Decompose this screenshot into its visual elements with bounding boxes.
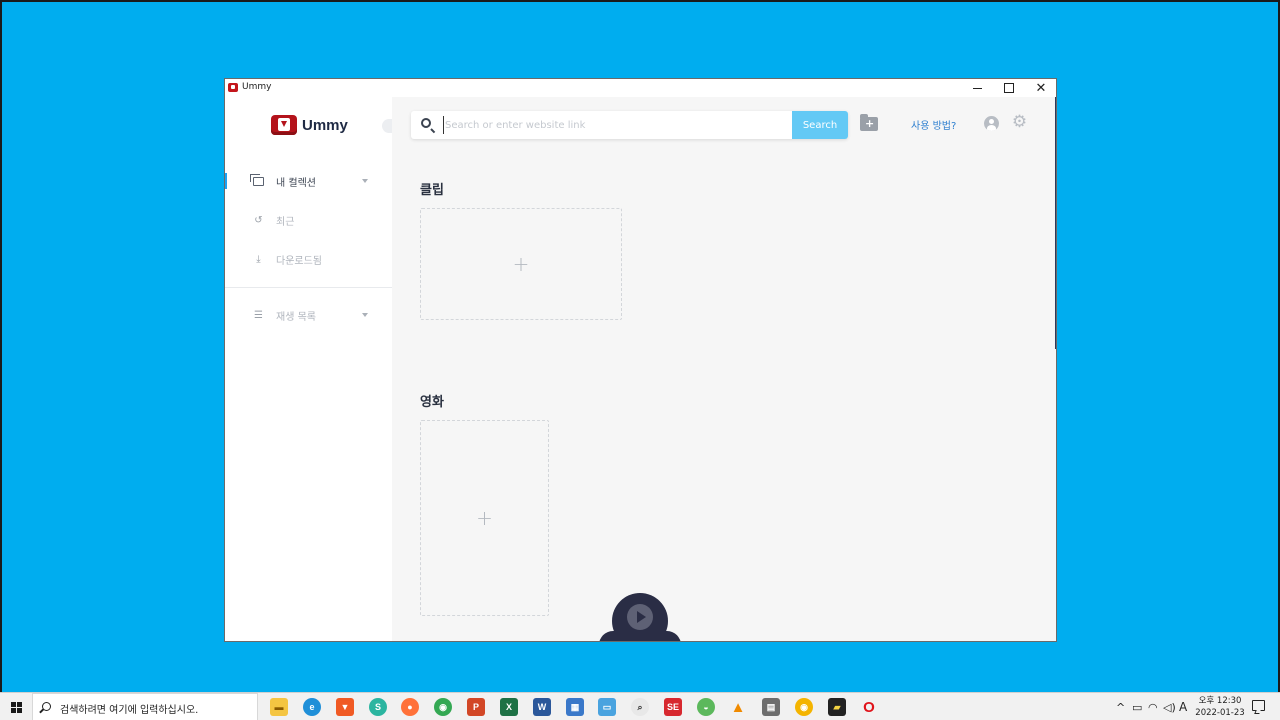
playlist-icon: ☰: [254, 309, 263, 321]
collection-icon: [250, 173, 264, 187]
taskbar-search[interactable]: 검색하려면 여기에 입력하십시오.: [32, 693, 258, 720]
chrome-canary-icon[interactable]: ◉: [795, 698, 813, 716]
sticky-notes-icon[interactable]: ▰: [828, 698, 846, 716]
firefox-icon[interactable]: ●: [401, 698, 419, 716]
close-button[interactable]: ✕: [1025, 79, 1056, 97]
how-to-use-link[interactable]: 사용 방법?: [911, 117, 956, 132]
notification-icon[interactable]: [1252, 700, 1265, 711]
powerpoint-icon[interactable]: P: [467, 698, 485, 716]
play-icon[interactable]: [627, 604, 653, 630]
vlc-icon[interactable]: ▲: [729, 698, 747, 716]
sidebar: Ummy 내 컬렉션 ↺ 최근 ⤓ 다운로드됨 ☰ 재생 목록: [225, 97, 392, 641]
file-explorer-icon[interactable]: ▬: [270, 698, 288, 716]
taskbar-search-placeholder: 검색하려면 여기에 입력하십시오.: [60, 705, 199, 716]
volume-icon[interactable]: ◁): [1163, 693, 1176, 720]
mini-player-toggle[interactable]: [599, 593, 681, 641]
app-icon[interactable]: S: [369, 698, 387, 716]
main-content: Search + 사용 방법? ⚙ 클립 + 영화 +: [392, 97, 1056, 641]
sidebar-item-label: 최근: [276, 216, 295, 228]
search-input[interactable]: [443, 116, 783, 134]
history-icon: ↺: [254, 214, 263, 226]
plus-icon: +: [476, 506, 493, 530]
brand-name: Ummy: [302, 116, 348, 134]
android-app-icon[interactable]: ◒: [697, 698, 715, 716]
app-icon: [228, 83, 238, 92]
taskbar: 검색하려면 여기에 입력하십시오. ▬ e ▼ S ● ◉ P X W ▦ ▭ …: [0, 692, 1280, 720]
add-clip-tile[interactable]: +: [420, 208, 622, 320]
sidebar-item-label: 재생 목록: [276, 311, 316, 323]
search-bar: Search: [411, 111, 848, 139]
show-hidden-icons-chevron-icon[interactable]: ^: [1116, 693, 1125, 720]
section-title-clips: 클립: [420, 183, 444, 198]
remote-desktop-icon[interactable]: ▭: [598, 698, 616, 716]
input-method-indicator[interactable]: A: [1179, 693, 1187, 720]
search-button[interactable]: Search: [792, 111, 848, 139]
taskbar-clock[interactable]: 오후 12:30 2022-01-23: [1192, 695, 1248, 719]
se-app-icon[interactable]: SE: [664, 698, 682, 716]
clock-date: 2022-01-23: [1195, 708, 1245, 718]
download-icon: ⤓: [256, 253, 261, 265]
sidebar-item-my-collection[interactable]: 내 컬렉션: [225, 167, 392, 195]
chevron-down-icon[interactable]: [362, 313, 368, 317]
opera-icon[interactable]: O: [860, 698, 878, 716]
sidebar-collapse-handle[interactable]: [382, 119, 392, 133]
search-app-icon[interactable]: ⌕: [631, 698, 649, 716]
sidebar-item-downloaded[interactable]: ⤓ 다운로드됨: [225, 245, 392, 273]
add-folder-icon[interactable]: +: [860, 114, 878, 131]
minimize-button[interactable]: [961, 79, 993, 97]
ummy-logo-icon: [271, 115, 297, 135]
section-title-movies: 영화: [420, 395, 444, 410]
app-icon[interactable]: ▦: [566, 698, 584, 716]
plus-icon: +: [512, 252, 530, 276]
ummy-window: Ummy ✕ Ummy 내 컬렉션 ↺ 최근 ⤓ 다운로드됨 ☰ 재생 목록 S…: [224, 78, 1057, 642]
settings-gear-icon[interactable]: ⚙: [1011, 114, 1028, 131]
word-icon[interactable]: W: [533, 698, 551, 716]
sidebar-item-playlists[interactable]: ☰ 재생 목록: [225, 301, 392, 329]
sidebar-item-label: 다운로드됨: [276, 255, 322, 267]
sidebar-item-recent[interactable]: ↺ 최근: [225, 206, 392, 234]
search-icon: [42, 702, 51, 711]
search-icon: [421, 118, 431, 128]
battery-icon[interactable]: ▭: [1132, 693, 1142, 720]
clock-time: 오후 12:30: [1198, 696, 1242, 706]
brand-logo: Ummy: [271, 115, 348, 135]
edge-icon[interactable]: e: [303, 698, 321, 716]
wifi-icon[interactable]: ◠: [1148, 693, 1158, 720]
window-title: Ummy: [242, 82, 272, 92]
add-movie-tile[interactable]: +: [420, 420, 549, 616]
chrome-icon[interactable]: ◉: [434, 698, 452, 716]
user-account-icon[interactable]: [984, 116, 999, 131]
windows-logo-icon: [10, 701, 22, 713]
calculator-icon[interactable]: ▤: [762, 698, 780, 716]
sidebar-divider: [225, 287, 392, 288]
maximize-button[interactable]: [993, 79, 1025, 97]
scrollbar[interactable]: [1055, 97, 1056, 349]
sidebar-item-label: 내 컬렉션: [276, 177, 316, 189]
chevron-down-icon[interactable]: [362, 179, 368, 183]
excel-icon[interactable]: X: [500, 698, 518, 716]
start-button[interactable]: [0, 693, 32, 720]
window-titlebar[interactable]: Ummy ✕: [225, 79, 1056, 97]
brave-icon[interactable]: ▼: [336, 698, 354, 716]
